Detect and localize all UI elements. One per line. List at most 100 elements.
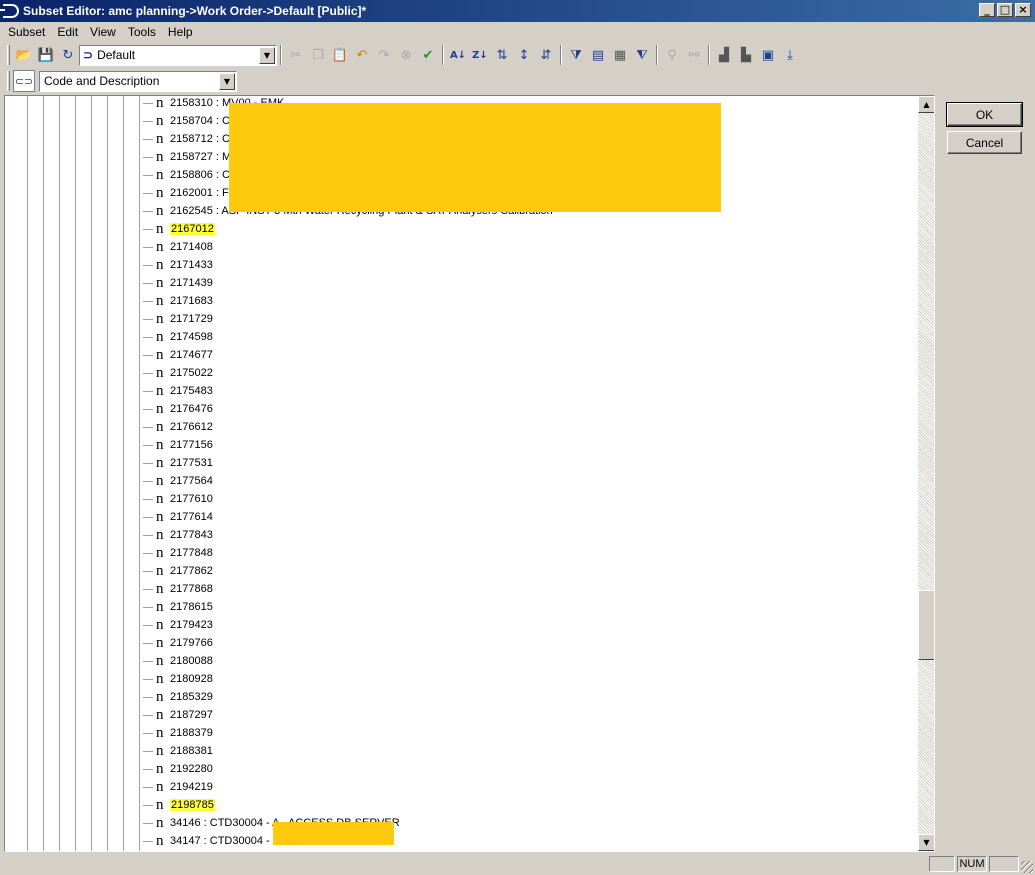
- tree-item[interactable]: n 2177862: [143, 562, 213, 580]
- tree-item[interactable]: n 2177610: [143, 490, 213, 508]
- menu-view[interactable]: View: [84, 25, 122, 39]
- tree-item[interactable]: n 34147 : CTD30004 - C: [143, 832, 281, 850]
- tree-item[interactable]: n 2180928: [143, 670, 213, 688]
- tree-item[interactable]: n 2179423: [143, 616, 213, 634]
- filter-by-level-icon[interactable]: ▦: [609, 44, 631, 66]
- menu-tools[interactable]: Tools: [122, 25, 162, 39]
- tree-item[interactable]: n 2171439: [143, 274, 213, 292]
- filter-by-expression-icon[interactable]: ⧨: [631, 44, 653, 66]
- filter-by-attribute-icon[interactable]: ▤: [587, 44, 609, 66]
- tree-item[interactable]: n 2177564: [143, 472, 213, 490]
- sort-index-desc-icon[interactable]: ⇵: [535, 44, 557, 66]
- tree-item[interactable]: n 2171683: [143, 292, 213, 310]
- numeric-element-icon: n: [156, 131, 164, 147]
- keep-icon[interactable]: ⚲: [661, 44, 683, 66]
- tree-item[interactable]: n 2178615: [143, 598, 213, 616]
- tree-item[interactable]: n 2188379: [143, 724, 213, 742]
- resize-grip[interactable]: [1021, 861, 1033, 873]
- redo-icon[interactable]: ↷: [373, 44, 395, 66]
- tree-branch-line: [143, 570, 153, 572]
- undo-icon[interactable]: ↶: [351, 44, 373, 66]
- numeric-element-icon: n: [156, 671, 164, 687]
- tree-item[interactable]: n 2171729: [143, 310, 213, 328]
- vertical-scrollbar[interactable]: ▲ ▼: [918, 96, 934, 851]
- tree-item[interactable]: n 2188381: [143, 742, 213, 760]
- copy-icon[interactable]: ❐: [307, 44, 329, 66]
- numeric-element-icon: n: [156, 401, 164, 417]
- tree-item[interactable]: n 2167012: [143, 220, 215, 238]
- tree-item[interactable]: n 2177614: [143, 508, 213, 526]
- tree-item[interactable]: n 2179766: [143, 634, 213, 652]
- filter-icon[interactable]: ⧩: [565, 44, 587, 66]
- tree-item[interactable]: n 2174598: [143, 328, 213, 346]
- tree-item[interactable]: n 2194219: [143, 778, 213, 796]
- tree-branch-line: [143, 642, 153, 644]
- tree-item[interactable]: n 2158712 : CT: [143, 130, 237, 148]
- tree-item[interactable]: n 2158727 : MV: [143, 148, 239, 166]
- paste-icon[interactable]: 📋: [329, 44, 351, 66]
- sort-hierarchy-icon[interactable]: ⇅: [491, 44, 513, 66]
- properties-icon[interactable]: ▣: [757, 44, 779, 66]
- alias-combo-value: Code and Description: [44, 74, 160, 88]
- save-icon[interactable]: 💾: [35, 44, 57, 66]
- alias-combo[interactable]: Code and Description ▼: [39, 70, 237, 92]
- check-circle-icon[interactable]: ✔: [417, 44, 439, 66]
- menu-edit[interactable]: Edit: [51, 25, 84, 39]
- tree-item[interactable]: n 2162001 : FI: [143, 184, 232, 202]
- subset-combo-value: Default: [97, 48, 136, 62]
- tree-item[interactable]: n 2185329: [143, 688, 213, 706]
- tree-item[interactable]: n 2158806 : CT: [143, 166, 237, 184]
- minimize-button[interactable]: _: [979, 3, 995, 17]
- alias-icon[interactable]: ⊂⊃: [13, 70, 35, 92]
- cut-icon[interactable]: ✂: [285, 44, 307, 66]
- tree-item[interactable]: n 2171433: [143, 256, 213, 274]
- numeric-element-icon: n: [156, 293, 164, 309]
- toolbar-grip[interactable]: [7, 45, 10, 65]
- toolbar-grip[interactable]: [7, 71, 10, 91]
- ok-button[interactable]: OK: [946, 102, 1023, 127]
- collapse-icon[interactable]: ▙: [735, 44, 757, 66]
- save-as-icon[interactable]: ↻: [57, 44, 79, 66]
- scroll-thumb[interactable]: [918, 590, 934, 660]
- tree-item[interactable]: n 2176612: [143, 418, 213, 436]
- numeric-element-icon: n: [156, 509, 164, 525]
- tree-item[interactable]: n 2176476: [143, 400, 213, 418]
- tree-item[interactable]: n 2158704 : CT: [143, 112, 237, 130]
- tree-item[interactable]: n 2174677: [143, 346, 213, 364]
- expand-icon[interactable]: ▟: [713, 44, 735, 66]
- scroll-down-button[interactable]: ▼: [918, 834, 934, 851]
- maximize-button[interactable]: □: [997, 3, 1013, 17]
- sort-descending-icon[interactable]: Z↓: [469, 44, 491, 66]
- menu-help[interactable]: Help: [162, 25, 199, 39]
- scroll-up-button[interactable]: ▲: [918, 96, 934, 113]
- tree-item[interactable]: n 2175483: [143, 382, 213, 400]
- subset-combo[interactable]: ⊃ Default ▼: [79, 44, 277, 66]
- tree-item[interactable]: n 2177848: [143, 544, 213, 562]
- tree-item[interactable]: n 2177843: [143, 526, 213, 544]
- tree-item[interactable]: n 2175022: [143, 364, 213, 382]
- cancel-circle-icon[interactable]: ⊗: [395, 44, 417, 66]
- tree-item[interactable]: n 2180088: [143, 652, 213, 670]
- numeric-element-icon: n: [156, 653, 164, 669]
- sort-ascending-icon[interactable]: A↓: [447, 44, 469, 66]
- insert-icon[interactable]: ⤓: [779, 44, 801, 66]
- tree-item[interactable]: n 2177531: [143, 454, 213, 472]
- tree-item[interactable]: n 2187297: [143, 706, 213, 724]
- delete-icon[interactable]: ⚯: [683, 44, 705, 66]
- tree-item[interactable]: n 2177156: [143, 436, 213, 454]
- member-tree[interactable]: n 2158310 : MV00 - EMK n 2158704 : CT n 21587…: [4, 95, 935, 852]
- tree-item[interactable]: n 2177868: [143, 580, 213, 598]
- tree-guide-line: [139, 96, 140, 851]
- numeric-element-icon: n: [156, 815, 164, 831]
- close-button[interactable]: ×: [1015, 3, 1031, 17]
- cancel-button[interactable]: Cancel: [947, 131, 1022, 154]
- tree-item[interactable]: n 2171408: [143, 238, 213, 256]
- chevron-down-icon[interactable]: ▼: [219, 72, 235, 90]
- tree-item[interactable]: n 2192280: [143, 760, 213, 778]
- tree-item-label: 2177862: [170, 565, 213, 577]
- chevron-down-icon[interactable]: ▼: [259, 46, 275, 64]
- menu-subset[interactable]: Subset: [2, 25, 51, 39]
- tree-item[interactable]: n 2198785: [143, 796, 215, 814]
- sort-index-asc-icon[interactable]: ↕: [513, 44, 535, 66]
- open-subset-icon[interactable]: 📂: [13, 44, 35, 66]
